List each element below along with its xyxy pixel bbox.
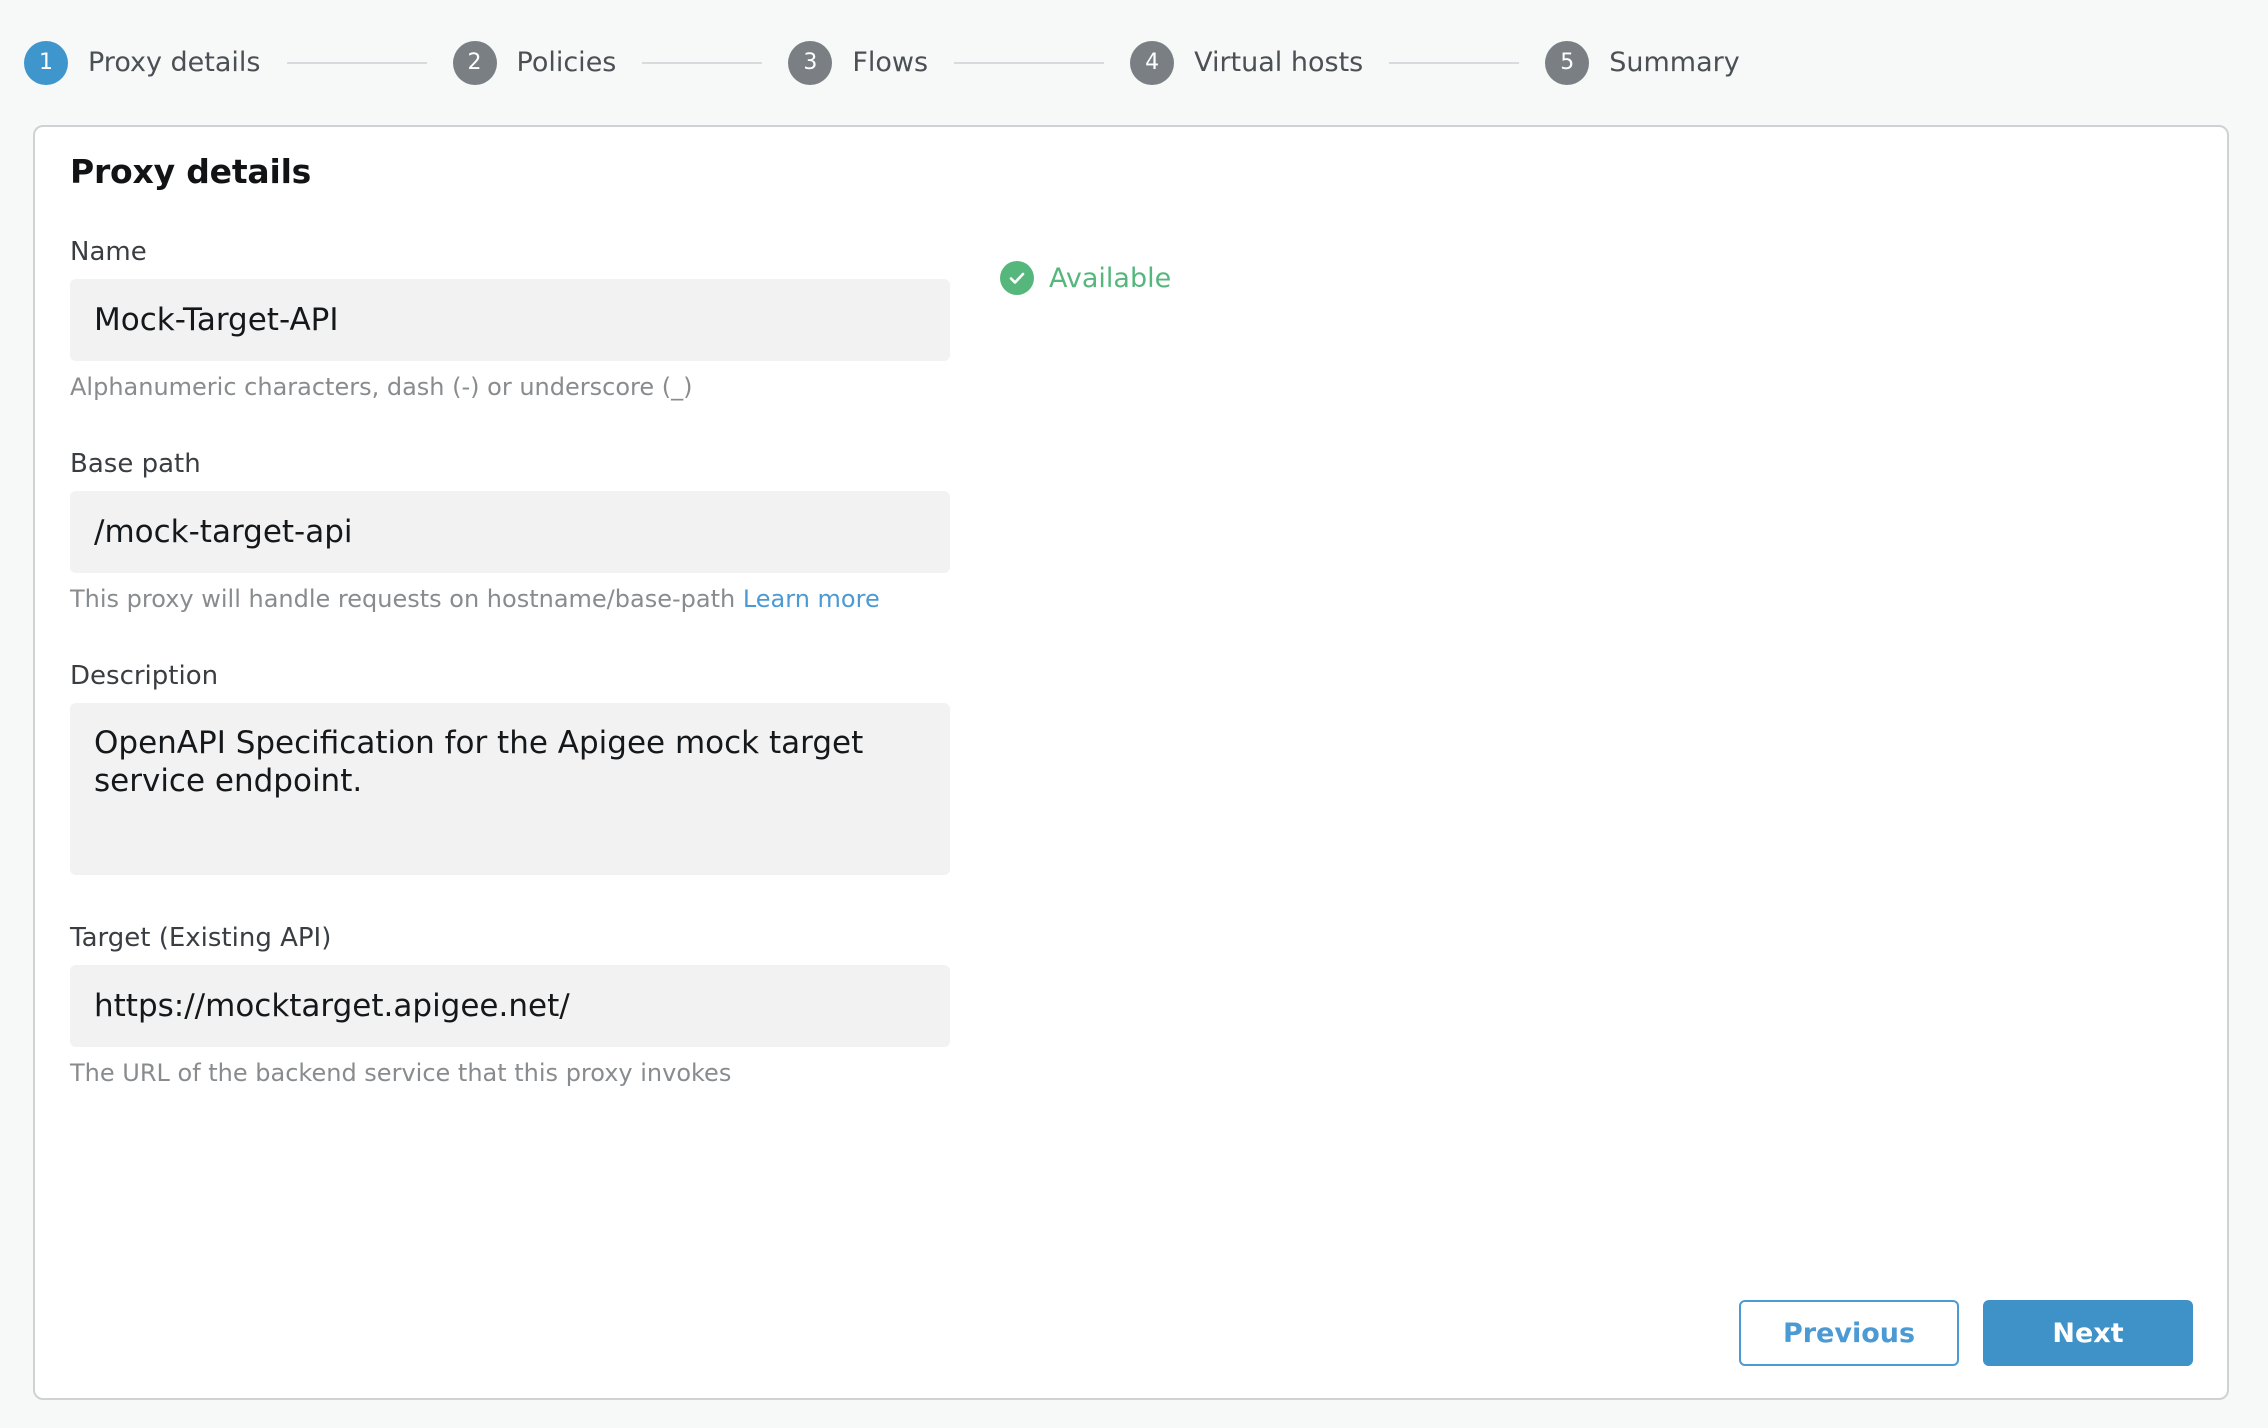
name-helper-text: Alphanumeric characters, dash (-) or und… [70,373,693,401]
step-label-2: Policies [516,47,617,78]
name-field-row: Name Mock-Target-API Alphanumeric charac… [70,237,2190,401]
step-number-badge-2: 2 [452,40,497,85]
stepper-step-proxy-details[interactable]: 1 Proxy details [24,40,261,85]
proxy-details-form: Name Mock-Target-API Alphanumeric charac… [70,237,2190,1087]
description-textarea[interactable]: OpenAPI Specification for the Apigee moc… [70,703,950,875]
step-connector-3 [954,61,1105,64]
wizard-footer: Previous Next [1739,1300,2193,1366]
status-badge-label: Available [1049,262,1172,294]
step-label-4: Virtual hosts [1194,47,1364,78]
step-number-badge-1: 1 [24,40,68,85]
step-number-3: 3 [803,49,818,75]
step-number-badge-4: 4 [1130,40,1175,85]
check-circle-icon [1000,261,1034,295]
stepper-step-flows[interactable]: 3 Flows [788,40,929,85]
page-title: Proxy details [70,152,312,191]
step-label-3: Flows [852,47,929,78]
step-number-1: 1 [39,49,53,75]
step-connector-1 [286,61,427,64]
step-number-badge-5: 5 [1545,40,1590,85]
step-number-badge-3: 3 [788,40,833,85]
name-field-block: Name Mock-Target-API Alphanumeric charac… [70,237,950,401]
stepper-step-policies[interactable]: 2 Policies [452,40,617,85]
target-label: Target (Existing API) [70,923,332,953]
description-label: Description [70,661,219,691]
status-badge: Available [1000,261,1171,295]
step-number-5: 5 [1560,49,1575,75]
learn-more-link[interactable]: Learn more [743,585,880,613]
wizard-stepper: 1 Proxy details 2 Policies 3 Flows 4 Vir… [0,0,2268,125]
step-label-1: Proxy details [88,47,261,78]
target-helper-text: The URL of the backend service that this… [70,1059,732,1087]
base-path-input[interactable]: /mock-target-api [70,491,950,573]
target-input[interactable]: https://mocktarget.apigee.net/ [70,965,950,1047]
name-label: Name [70,237,147,267]
stepper-step-virtual-hosts[interactable]: 4 Virtual hosts [1130,40,1364,85]
base-path-label: Base path [70,449,201,479]
step-connector-2 [642,61,763,64]
base-path-helper-text: This proxy will handle requests on hostn… [70,585,2190,613]
proxy-details-card: Proxy details Name Mock-Target-API Alpha… [33,125,2229,1400]
next-button[interactable]: Next [1983,1300,2193,1366]
step-number-2: 2 [467,49,482,75]
name-input[interactable]: Mock-Target-API [70,279,950,361]
target-field-block: Target (Existing API) https://mocktarget… [70,923,2190,1087]
step-connector-4 [1389,61,1520,64]
base-path-field-block: Base path /mock-target-api This proxy wi… [70,449,2190,613]
base-path-helper-prefix: This proxy will handle requests on hostn… [70,585,736,613]
description-field-block: Description OpenAPI Specification for th… [70,661,2190,875]
step-label-5: Summary [1609,47,1740,78]
previous-button[interactable]: Previous [1739,1300,1959,1366]
step-number-4: 4 [1145,49,1160,75]
stepper-step-summary[interactable]: 5 Summary [1545,40,1740,85]
